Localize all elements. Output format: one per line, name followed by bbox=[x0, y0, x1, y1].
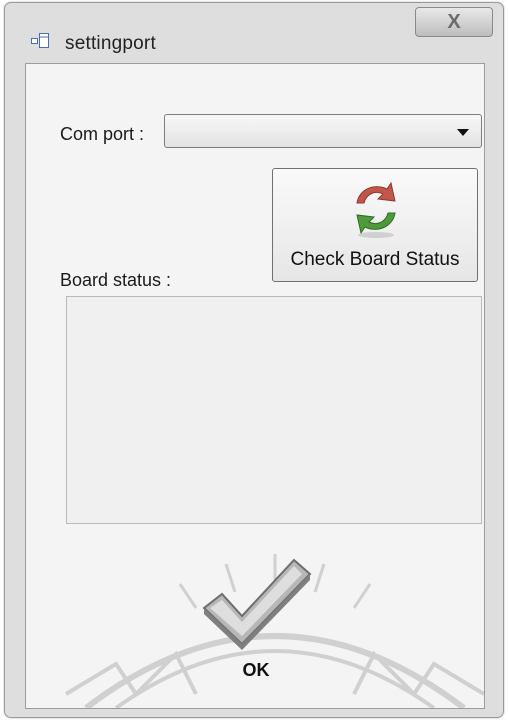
title-bar[interactable]: settingport X bbox=[5, 3, 503, 59]
refresh-arrows-icon bbox=[356, 181, 396, 238]
settingport-window: settingport X Com port : Check Board Sta… bbox=[4, 2, 504, 718]
window-title: settingport bbox=[65, 33, 156, 54]
check-board-status-button[interactable]: Check Board Status bbox=[272, 168, 478, 282]
app-icon bbox=[31, 33, 49, 48]
board-status-textbox[interactable] bbox=[66, 296, 482, 524]
board-status-label: Board status : bbox=[60, 270, 172, 290]
com-port-dropdown[interactable] bbox=[164, 114, 482, 148]
chevron-down-icon[interactable] bbox=[457, 129, 469, 136]
dialog-body: Com port : Check Board Status Board stat… bbox=[25, 63, 486, 709]
checkmark-icon bbox=[202, 558, 312, 650]
check-board-status-label: Check Board Status bbox=[290, 249, 460, 270]
com-port-label: Com port : bbox=[60, 124, 145, 144]
ok-button[interactable]: OK bbox=[196, 554, 316, 694]
ok-label: OK bbox=[242, 660, 270, 680]
close-icon: X bbox=[447, 11, 461, 33]
close-button[interactable]: X bbox=[415, 7, 493, 37]
